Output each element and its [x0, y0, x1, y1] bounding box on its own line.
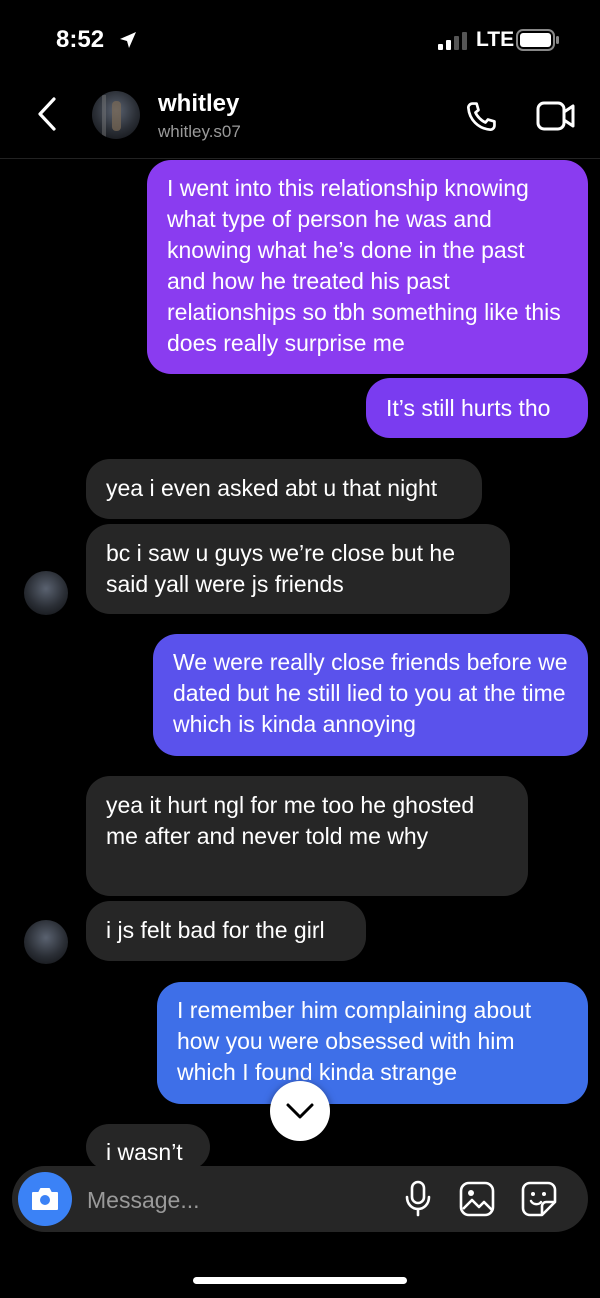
contact-name[interactable]: whitley: [158, 90, 239, 118]
video-icon[interactable]: [536, 100, 576, 132]
avatar-figure-icon: [102, 95, 121, 139]
camera-icon: [32, 1188, 58, 1210]
message-bubble-outgoing[interactable]: We were really close friends before we d…: [153, 634, 588, 756]
status-time: 8:52: [56, 26, 105, 53]
sticker-icon[interactable]: [520, 1180, 558, 1218]
message-bubble-outgoing[interactable]: I went into this relationship knowing wh…: [147, 160, 588, 374]
location-arrow-icon: [120, 32, 136, 48]
message-bubble-incoming[interactable]: yea it hurt ngl for me too he ghosted me…: [86, 776, 528, 896]
message-bubble-incoming[interactable]: bc i saw u guys we’re close but he said …: [86, 524, 510, 614]
back-chevron-icon[interactable]: [36, 96, 58, 132]
header-divider: [0, 158, 600, 159]
message-bubble-incoming[interactable]: i wasn’t: [86, 1124, 210, 1170]
message-bubble-outgoing[interactable]: It’s still hurts tho: [366, 378, 588, 438]
contact-handle: whitley.s07: [158, 122, 241, 141]
message-bubble-incoming[interactable]: yea i even asked abt u that night: [86, 459, 482, 519]
camera-button[interactable]: [18, 1172, 72, 1226]
signal-icon: [438, 32, 467, 50]
microphone-icon[interactable]: [403, 1180, 433, 1218]
message-bubble-incoming[interactable]: i js felt bad for the girl: [86, 901, 366, 961]
network-label: LTE: [476, 28, 515, 51]
home-indicator[interactable]: [193, 1277, 407, 1284]
message-bubble-outgoing[interactable]: I remember him complaining about how you…: [157, 982, 588, 1104]
scroll-to-bottom-button[interactable]: [270, 1081, 330, 1141]
sender-avatar[interactable]: [24, 920, 68, 964]
gallery-icon[interactable]: [459, 1181, 495, 1217]
battery-icon: [516, 29, 559, 51]
sender-avatar[interactable]: [24, 571, 68, 615]
avatar[interactable]: [92, 91, 140, 139]
chevron-down-icon: [286, 1103, 314, 1119]
message-input[interactable]: [87, 1183, 387, 1217]
phone-icon[interactable]: [462, 98, 500, 136]
